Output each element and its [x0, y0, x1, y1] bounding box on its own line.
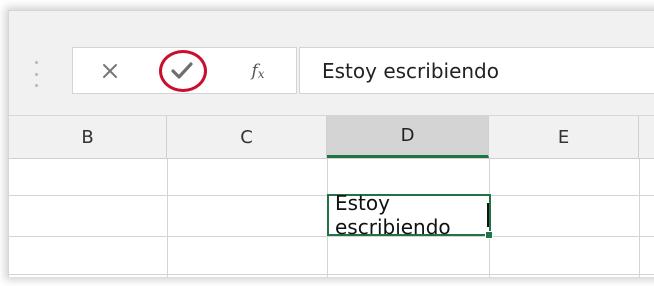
- column-header-d[interactable]: D: [327, 116, 489, 158]
- formula-bar-buttons: fx: [72, 47, 297, 94]
- column-headers: B C D E: [9, 115, 654, 158]
- cell-grid[interactable]: Estoy escribiendo: [9, 158, 654, 277]
- checkmark-icon: [171, 61, 193, 79]
- fill-handle[interactable]: [485, 231, 493, 239]
- cancel-entry-button[interactable]: [85, 48, 135, 93]
- gridline: [9, 274, 654, 275]
- cell-value: Estoy escribiendo: [335, 191, 451, 239]
- text-cursor: [487, 203, 489, 227]
- spreadsheet-window: fx Estoy escribiendo B C D E Estoy escri…: [8, 10, 654, 277]
- column-header-b[interactable]: B: [9, 116, 167, 158]
- drag-handle[interactable]: [34, 61, 38, 87]
- active-cell-d[interactable]: Estoy escribiendo: [327, 191, 491, 239]
- gridline: [639, 159, 640, 277]
- gridline: [167, 159, 168, 277]
- insert-function-button[interactable]: fx: [228, 48, 288, 93]
- formula-content: Estoy escribiendo: [322, 58, 499, 83]
- column-header-e[interactable]: E: [489, 116, 639, 158]
- enter-button[interactable]: [151, 48, 217, 93]
- column-header-c[interactable]: C: [167, 116, 327, 158]
- close-icon: [103, 63, 117, 78]
- formula-input[interactable]: Estoy escribiendo: [299, 47, 654, 94]
- function-icon: fx: [251, 60, 265, 81]
- gridline: [9, 236, 654, 237]
